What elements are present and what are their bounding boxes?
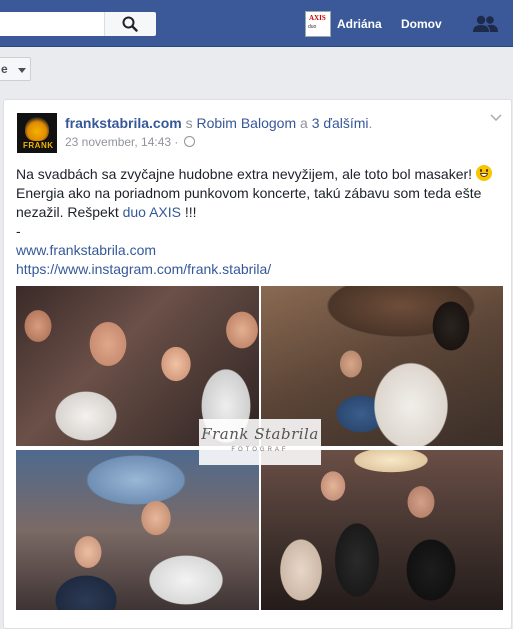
profile-name: Adriána — [337, 17, 382, 31]
watermark-subtitle: FOTOGRAF — [231, 447, 289, 453]
post-text-part2: Energia ako na poriadnom punkovom koncer… — [16, 185, 482, 220]
others-link[interactable]: 3 ďalšími — [312, 115, 369, 131]
mention-link[interactable]: duo AXIS — [123, 204, 181, 220]
home-link[interactable]: Domov — [401, 17, 442, 31]
avatar-logo-text: AXIS — [309, 14, 326, 22]
page-name-link[interactable]: frankstabrila.com — [65, 115, 182, 131]
globe-icon[interactable] — [183, 136, 195, 147]
flame-logo-icon — [25, 117, 49, 141]
and-word: a — [300, 115, 308, 131]
top-bar: AXIS duo Adriána Domov — [0, 0, 513, 47]
smiley-emoji-icon — [475, 165, 492, 181]
tagged-person-link[interactable]: Robim Balogom — [197, 115, 297, 131]
avatar-logo-label: FRANK — [23, 141, 54, 150]
photo-collage: Frank Stabrila FOTOGRAF — [16, 286, 503, 610]
post-text-part3: !!! — [181, 204, 197, 220]
search-icon — [122, 16, 138, 32]
photo-3[interactable] — [16, 450, 259, 610]
photo-4[interactable] — [261, 450, 503, 610]
post-text: Na svadbách sa zvyčajne hudobne extra ne… — [16, 165, 506, 279]
header-period: . — [368, 115, 373, 131]
photographer-watermark: Frank Stabrila FOTOGRAF — [199, 419, 321, 465]
website-link[interactable]: www.frankstabrila.com — [16, 242, 156, 258]
post-meta: 23 november, 14:43 · — [65, 135, 195, 149]
post-card: FRANK frankstabrila.com s Robim Balogom … — [3, 99, 512, 629]
timestamp-link[interactable]: 23 november, 14:43 — [65, 135, 171, 149]
filter-dropdown[interactable]: e — [0, 57, 31, 81]
post-header: frankstabrila.com s Robim Balogom a 3 ďa… — [65, 115, 372, 131]
chevron-down-icon[interactable] — [490, 114, 502, 122]
with-prefix: s — [185, 115, 193, 131]
friends-icon[interactable] — [472, 15, 502, 33]
caret-down-icon — [18, 68, 26, 73]
watermark-title: Frank Stabrila — [201, 425, 319, 443]
avatar: AXIS duo — [305, 11, 331, 37]
page-avatar[interactable]: FRANK — [17, 113, 57, 153]
post-dash: - — [16, 223, 21, 239]
search-input[interactable] — [0, 12, 156, 36]
avatar-logo-subtext: duo — [308, 24, 317, 30]
post-text-part1: Na svadbách sa zvyčajne hudobne extra ne… — [16, 166, 473, 182]
profile-link[interactable]: AXIS duo Adriána — [305, 11, 382, 37]
filter-label: e — [1, 62, 8, 76]
search-button[interactable] — [104, 12, 156, 36]
instagram-link[interactable]: https://www.instagram.com/frank.stabrila… — [16, 261, 271, 277]
meta-separator: · — [174, 135, 179, 149]
